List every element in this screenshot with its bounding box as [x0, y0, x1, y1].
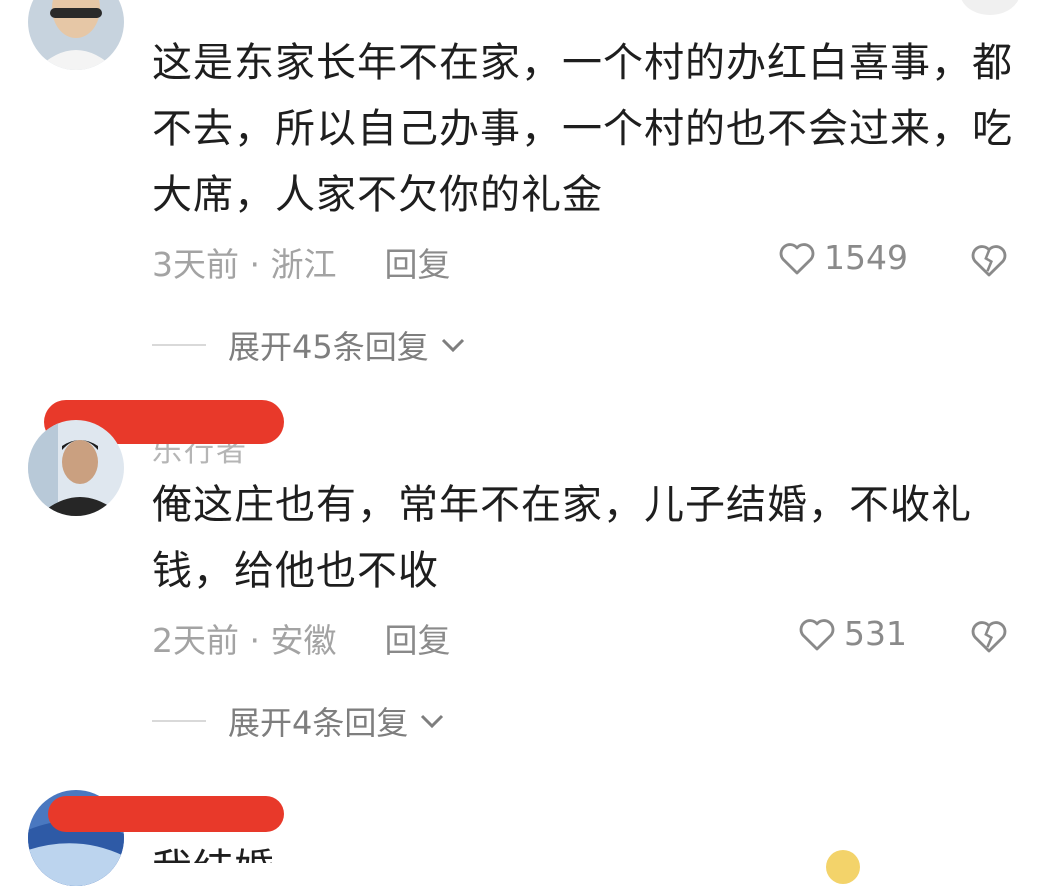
like-count: 531	[844, 614, 907, 653]
comment-meta: 2天前 · 安徽 回复	[152, 614, 450, 662]
like-button[interactable]: 531	[798, 614, 907, 653]
expand-replies[interactable]: 展开45条回复	[152, 322, 467, 368]
redaction-mark	[48, 796, 284, 832]
heart-outline-icon	[779, 242, 815, 274]
reply-button[interactable]: 回复	[384, 621, 450, 660]
comment-meta: 3天前 · 浙江 回复	[152, 238, 450, 286]
avatar[interactable]	[28, 0, 124, 70]
divider-line	[152, 720, 206, 722]
expand-label: 展开4条回复	[228, 704, 409, 742]
like-count: 1549	[824, 238, 908, 277]
dislike-button[interactable]	[970, 618, 1008, 658]
comment-text: 这是东家长年不在家，一个村的办红白喜事，都不去，所以自己办事，一个村的也不会过来…	[152, 40, 1013, 218]
avatar[interactable]	[28, 420, 124, 516]
emoji-icon	[826, 850, 860, 884]
partial-top-avatar	[960, 0, 1020, 15]
chevron-down-icon	[421, 714, 444, 729]
expand-replies[interactable]: 展开4条回复	[152, 698, 446, 744]
broken-heart-icon	[971, 245, 1007, 277]
broken-heart-icon	[971, 621, 1007, 653]
chevron-down-icon	[441, 338, 464, 353]
comment-text: 俺这庄也有，常年不在家，儿子结婚，不收礼钱，给他也不收	[152, 482, 972, 594]
heart-outline-icon	[799, 618, 835, 650]
reply-button[interactable]: 回复	[384, 245, 450, 284]
dislike-button[interactable]	[970, 242, 1008, 282]
time-location: 2天前 · 安徽	[152, 621, 337, 660]
time-location: 3天前 · 浙江	[152, 245, 337, 284]
divider-line	[152, 344, 206, 346]
like-button[interactable]: 1549	[778, 238, 908, 277]
expand-label: 展开45条回复	[228, 328, 429, 366]
comment-text: 我结婚…	[152, 836, 1032, 863]
